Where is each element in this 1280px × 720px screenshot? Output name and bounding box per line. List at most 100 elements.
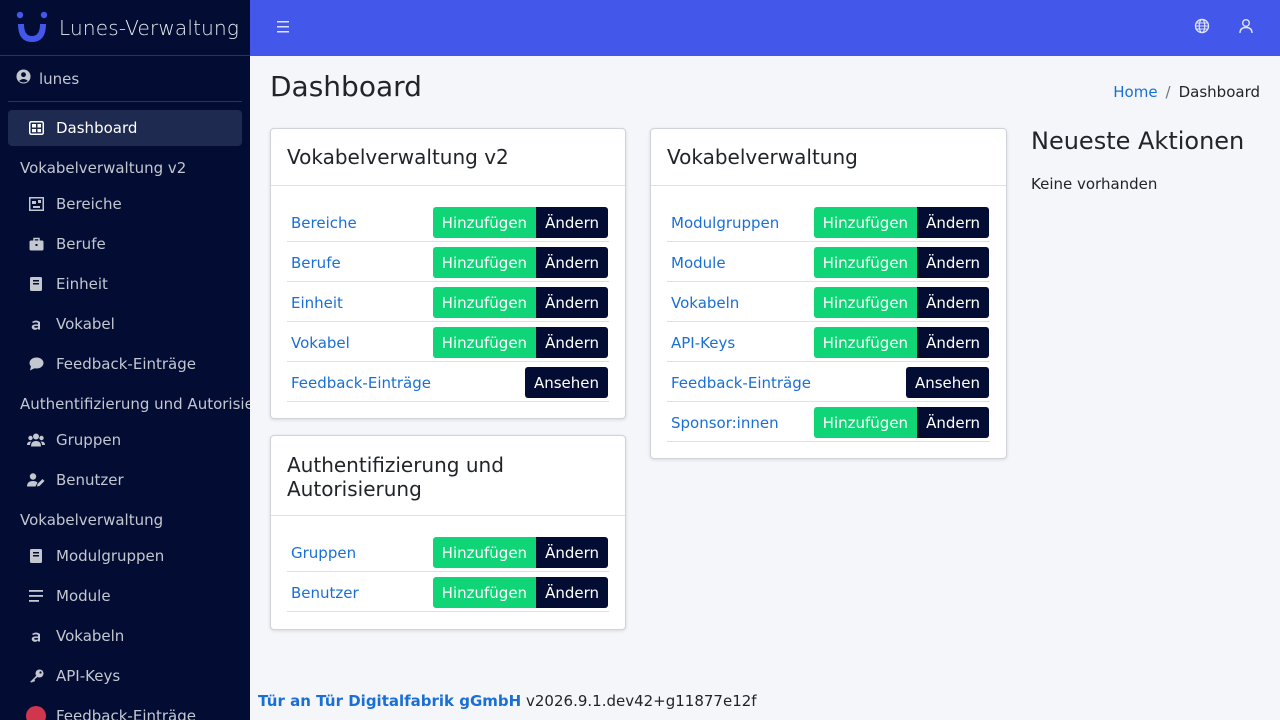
sidebar-item-label: Module (56, 587, 111, 605)
sidebar-item-modulgruppen[interactable]: Modulgruppen (8, 538, 242, 574)
user-name: lunes (39, 69, 80, 88)
edit-button[interactable]: Ändern (536, 327, 608, 358)
table-row: Vokabel Hinzufügen Ändern (287, 322, 609, 362)
table-row: Benutzer Hinzufügen Ändern (287, 572, 609, 612)
sidebar-item-berufe[interactable]: Berufe (8, 226, 242, 262)
add-button[interactable]: Hinzufügen (813, 207, 918, 238)
feedback-badge-icon (26, 706, 46, 720)
edit-button[interactable]: Ändern (536, 537, 608, 568)
breadcrumb: Home / Dashboard (1113, 83, 1260, 101)
view-button[interactable]: Ansehen (524, 367, 608, 398)
table-row: Gruppen Hinzufügen Ändern (287, 532, 609, 572)
table-row: Einheit Hinzufügen Ändern (287, 282, 609, 322)
add-button[interactable]: Hinzufügen (432, 577, 537, 608)
table-row: Feedback-Einträge Ansehen (287, 362, 609, 402)
model-link[interactable]: Einheit (291, 294, 343, 312)
view-button[interactable]: Ansehen (905, 367, 989, 398)
sidebar-item-benutzer[interactable]: Benutzer (8, 462, 242, 498)
globe-icon[interactable] (1194, 18, 1210, 34)
model-link[interactable]: Sponsor:innen (671, 414, 779, 432)
sidebar-item-feedback-v2[interactable]: Feedback-Einträge (8, 346, 242, 382)
model-link[interactable]: Modulgruppen (671, 214, 779, 232)
sidebar-item-label: Feedback-Einträge (56, 355, 196, 373)
sidebar-item-bereiche[interactable]: Bereiche (8, 186, 242, 222)
sidebar-item-einheit[interactable]: Einheit (8, 266, 242, 302)
edit-button[interactable]: Ändern (536, 287, 608, 318)
edit-button[interactable]: Ändern (917, 207, 989, 238)
add-button[interactable]: Hinzufügen (432, 327, 537, 358)
map-board-icon (26, 196, 46, 212)
recent-actions-title: Neueste Aktionen (1031, 127, 1245, 155)
app-title: Lunes-Verwaltung (59, 15, 240, 40)
sidebar-item-label: API-Keys (56, 667, 121, 685)
sidebar-nav: Dashboard Vokabelverwaltung v2 Bereiche … (0, 102, 250, 720)
table-row: Vokabeln Hinzufügen Ändern (667, 282, 990, 322)
page-title: Dashboard (270, 70, 422, 103)
sidebar-item-label: Berufe (56, 235, 106, 253)
model-link[interactable]: Feedback-Einträge (671, 374, 811, 392)
add-button[interactable]: Hinzufügen (432, 537, 537, 568)
list-lines-icon (26, 588, 46, 604)
table-row: Berufe Hinzufügen Ändern (287, 242, 609, 282)
edit-button[interactable]: Ändern (917, 247, 989, 278)
model-link[interactable]: Module (671, 254, 726, 272)
breadcrumb-separator: / (1165, 83, 1171, 101)
sidebar-item-vokabel[interactable]: Vokabel (8, 306, 242, 342)
briefcase-icon (26, 236, 46, 252)
footer-version: v2026.9.1.dev42+g11877e12f (526, 692, 757, 710)
edit-button[interactable]: Ändern (536, 247, 608, 278)
sidebar-item-label: Dashboard (56, 119, 138, 137)
model-link[interactable]: Benutzer (291, 584, 359, 602)
add-button[interactable]: Hinzufügen (813, 287, 918, 318)
sidebar-item-gruppen[interactable]: Gruppen (8, 422, 242, 458)
add-button[interactable]: Hinzufügen (432, 287, 537, 318)
sidebar-item-label: Feedback-Einträge (56, 707, 196, 720)
sidebar-item-api-keys[interactable]: API-Keys (8, 658, 242, 694)
card-authentifizierung: Authentifizierung und Autorisierung Grup… (270, 435, 626, 630)
card-title: Authentifizierung und Autorisierung (271, 436, 625, 516)
letter-a-icon (26, 628, 46, 644)
add-button[interactable]: Hinzufügen (432, 207, 537, 238)
hamburger-menu-icon[interactable] (276, 18, 292, 38)
book-icon (26, 276, 46, 292)
card-vokabelverwaltung: Vokabelverwaltung Modulgruppen Hinzufüge… (650, 128, 1007, 459)
table-row: Modulgruppen Hinzufügen Ändern (667, 202, 990, 242)
key-icon (26, 668, 46, 684)
sidebar-item-feedback[interactable]: Feedback-Einträge (8, 698, 242, 720)
letter-a-icon (26, 316, 46, 332)
user-icon[interactable] (1238, 18, 1254, 34)
model-link[interactable]: Feedback-Einträge (291, 374, 431, 392)
add-button[interactable]: Hinzufügen (813, 407, 918, 438)
dashboard-grid-icon (26, 120, 46, 136)
sidebar-item-dashboard[interactable]: Dashboard (8, 110, 242, 146)
model-link[interactable]: Gruppen (291, 544, 356, 562)
sidebar-section-vocab: Vokabelverwaltung (20, 511, 164, 529)
footer-org-link[interactable]: Tür an Tür Digitalfabrik gGmbH (258, 692, 521, 710)
add-button[interactable]: Hinzufügen (432, 247, 537, 278)
user-panel[interactable]: lunes (8, 56, 242, 102)
user-circle-icon (16, 69, 31, 88)
edit-button[interactable]: Ändern (917, 407, 989, 438)
model-link[interactable]: Vokabeln (671, 294, 739, 312)
model-link[interactable]: Bereiche (291, 214, 357, 232)
edit-button[interactable]: Ändern (536, 577, 608, 608)
edit-button[interactable]: Ändern (917, 327, 989, 358)
sidebar-item-vokabeln[interactable]: Vokabeln (8, 618, 242, 654)
edit-button[interactable]: Ändern (536, 207, 608, 238)
add-button[interactable]: Hinzufügen (813, 327, 918, 358)
sidebar-item-module[interactable]: Module (8, 578, 242, 614)
add-button[interactable]: Hinzufügen (813, 247, 918, 278)
breadcrumb-current: Dashboard (1178, 83, 1260, 101)
sidebar: Lunes-Verwaltung lunes Dashboard Vokabel… (0, 0, 250, 720)
model-link[interactable]: API-Keys (671, 334, 735, 352)
table-row: Module Hinzufügen Ändern (667, 242, 990, 282)
edit-button[interactable]: Ändern (917, 287, 989, 318)
breadcrumb-home-link[interactable]: Home (1113, 83, 1157, 101)
sidebar-item-label: Gruppen (56, 431, 122, 449)
users-icon (26, 432, 46, 448)
sidebar-item-label: Einheit (56, 275, 108, 293)
sidebar-section-auth: Authentifizierung und Autorisierung (20, 395, 250, 413)
model-link[interactable]: Vokabel (291, 334, 350, 352)
brand[interactable]: Lunes-Verwaltung (0, 0, 250, 56)
model-link[interactable]: Berufe (291, 254, 341, 272)
